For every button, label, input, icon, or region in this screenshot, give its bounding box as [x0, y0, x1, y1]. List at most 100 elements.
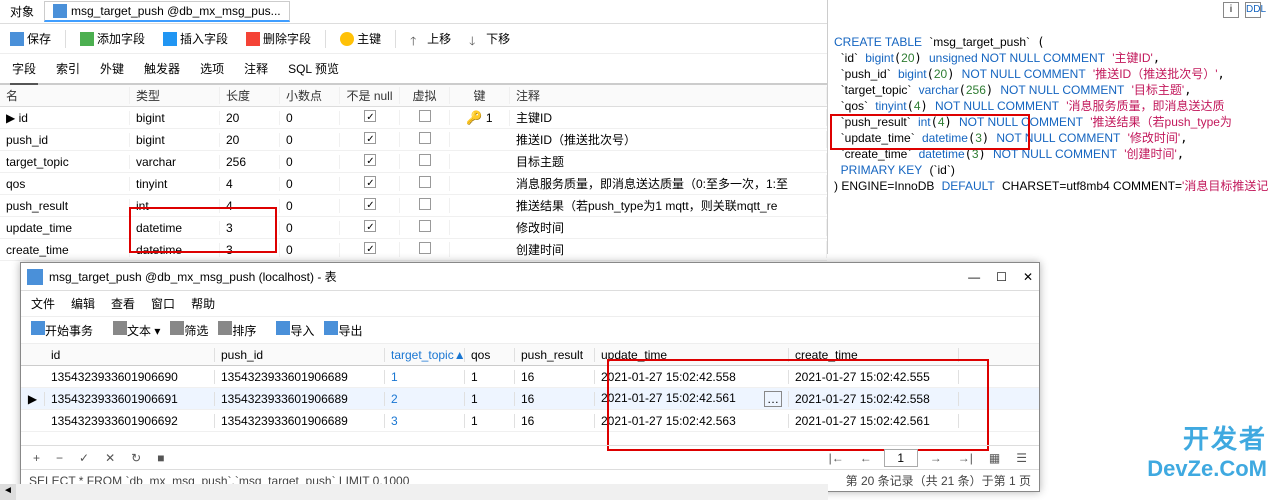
cell-qos[interactable]: 1	[465, 370, 515, 384]
cell-push-id[interactable]: 1354323933601906689	[215, 392, 385, 406]
field-name[interactable]: push_id	[0, 133, 130, 147]
data-row[interactable]: 1354323933601906690135432393360190668911…	[21, 366, 1039, 388]
field-virtual[interactable]	[400, 132, 450, 147]
checkbox-icon[interactable]	[419, 176, 431, 188]
field-decimal[interactable]: 0	[280, 243, 340, 257]
field-type[interactable]: varchar	[130, 155, 220, 169]
menu-window[interactable]: 窗口	[151, 295, 175, 312]
field-name[interactable]: create_time	[0, 243, 130, 257]
menu-file[interactable]: 文件	[31, 295, 55, 312]
prev-page-button[interactable]: ←	[856, 451, 876, 465]
col-create-time[interactable]: create_time	[789, 348, 959, 362]
field-virtual[interactable]	[400, 198, 450, 213]
field-virtual[interactable]	[400, 110, 450, 125]
cell-push-result[interactable]: 16	[515, 392, 595, 406]
field-length[interactable]: 4	[220, 177, 280, 191]
field-comment[interactable]: 创建时间	[510, 241, 827, 258]
field-decimal[interactable]: 0	[280, 133, 340, 147]
field-row[interactable]: push_idbigint200 推送ID（推送批次号）	[0, 129, 827, 151]
data-grid[interactable]: id push_id target_topic▲ qos push_result…	[21, 344, 1039, 432]
fields-grid[interactable]: 名 类型 长度 小数点 不是 null 虚拟 键 注释 ▶ idbigint20…	[0, 85, 827, 261]
field-decimal[interactable]: 0	[280, 155, 340, 169]
field-type[interactable]: int	[130, 199, 220, 213]
cell-update-time[interactable]: 2021-01-27 15:02:42.563	[595, 414, 789, 428]
page-input[interactable]	[884, 449, 918, 467]
begin-tx-button[interactable]: 开始事务	[31, 321, 93, 339]
col-id[interactable]: id	[45, 348, 215, 362]
field-notnull[interactable]	[340, 242, 400, 257]
menu-help[interactable]: 帮助	[191, 295, 215, 312]
close-button[interactable]: ✕	[1023, 270, 1033, 284]
checkbox-icon[interactable]	[364, 132, 376, 144]
scroll-left-button[interactable]: ◄	[0, 484, 16, 500]
field-length[interactable]: 20	[220, 133, 280, 147]
objects-tab[interactable]: 对象	[0, 0, 44, 23]
import-button[interactable]: 导入	[276, 321, 314, 339]
add-row-button[interactable]: +	[29, 451, 44, 465]
field-name[interactable]: push_result	[0, 199, 130, 213]
export-button[interactable]: 导出	[324, 321, 362, 339]
field-notnull[interactable]	[340, 220, 400, 235]
field-row[interactable]: qostinyint40消息服务质量，即消息送达质量（0:至多一次，1:至	[0, 173, 827, 195]
field-notnull[interactable]	[340, 198, 400, 213]
cell-qos[interactable]: 1	[465, 392, 515, 406]
del-row-button[interactable]: −	[52, 451, 67, 465]
field-name[interactable]: update_time	[0, 221, 130, 235]
subtab-fk[interactable]: 外键	[98, 58, 126, 79]
form-view-button[interactable]: ☰	[1012, 451, 1031, 465]
cell-id[interactable]: 1354323933601906690	[45, 370, 215, 384]
field-length[interactable]: 4	[220, 199, 280, 213]
field-row[interactable]: push_resultint40 推送结果（若push_type为1 mqtt，则…	[0, 195, 827, 217]
cell-update-time[interactable]: 2021-01-27 15:02:42.561…	[595, 391, 789, 407]
field-type[interactable]: bigint	[130, 133, 220, 147]
hdr-comment[interactable]: 注释	[510, 87, 827, 104]
data-row[interactable]: 1354323933601906692135432393360190668931…	[21, 410, 1039, 432]
field-notnull[interactable]	[340, 176, 400, 191]
save-button[interactable]: 保存	[6, 28, 55, 49]
cell-id[interactable]: 1354323933601906692	[45, 414, 215, 428]
field-key[interactable]: 🔑 1	[450, 110, 510, 126]
field-comment[interactable]: 推送结果（若push_type为1 mqtt，则关联mqtt_re	[510, 197, 827, 214]
field-comment[interactable]: 推送ID（推送批次号）	[510, 131, 827, 148]
checkbox-icon[interactable]	[419, 220, 431, 232]
cell-push-id[interactable]: 1354323933601906689	[215, 370, 385, 384]
table-tab[interactable]: msg_target_push @db_mx_msg_pus...	[44, 1, 290, 22]
checkbox-icon[interactable]	[419, 242, 431, 254]
move-down-button[interactable]: 下移	[465, 28, 514, 49]
cell-target-topic[interactable]: 1	[385, 370, 465, 384]
field-type[interactable]: tinyint	[130, 177, 220, 191]
col-push-id[interactable]: push_id	[215, 348, 385, 362]
subtab-sql-preview[interactable]: SQL 预览	[286, 58, 341, 79]
field-row[interactable]: target_topicvarchar2560目标主题	[0, 151, 827, 173]
sort-button[interactable]: 排序	[218, 321, 256, 339]
field-notnull[interactable]	[340, 132, 400, 147]
checkbox-icon[interactable]	[419, 132, 431, 144]
next-page-button[interactable]: →	[926, 451, 946, 465]
subtab-fields[interactable]: 字段	[10, 58, 38, 85]
text-mode-button[interactable]: 文本 ▾	[113, 321, 160, 339]
field-name[interactable]: ▶ id	[0, 111, 130, 125]
subtab-comments[interactable]: 注释	[242, 58, 270, 79]
field-decimal[interactable]: 0	[280, 221, 340, 235]
hdr-name[interactable]: 名	[0, 87, 130, 104]
grid-view-button[interactable]: ▦	[985, 451, 1004, 465]
field-length[interactable]: 20	[220, 111, 280, 125]
checkbox-icon[interactable]	[419, 154, 431, 166]
field-row[interactable]: create_timedatetime30创建时间	[0, 239, 827, 261]
refresh-button[interactable]: ↻	[127, 451, 145, 465]
minimize-button[interactable]: —	[968, 270, 980, 284]
field-length[interactable]: 256	[220, 155, 280, 169]
primary-key-button[interactable]: 主键	[336, 28, 385, 49]
checkbox-icon[interactable]	[419, 110, 431, 122]
field-decimal[interactable]: 0	[280, 199, 340, 213]
menu-edit[interactable]: 编辑	[71, 295, 95, 312]
cell-target-topic[interactable]: 3	[385, 414, 465, 428]
cell-push-result[interactable]: 16	[515, 414, 595, 428]
field-comment[interactable]: 消息服务质量，即消息送达质量（0:至多一次，1:至	[510, 175, 827, 192]
field-name[interactable]: qos	[0, 177, 130, 191]
window-title-bar[interactable]: msg_target_push @db_mx_msg_push (localho…	[21, 263, 1039, 291]
subtab-triggers[interactable]: 触发器	[142, 58, 182, 79]
cell-id[interactable]: 1354323933601906691	[45, 392, 215, 406]
field-type[interactable]: datetime	[130, 243, 220, 257]
checkbox-icon[interactable]	[364, 110, 376, 122]
